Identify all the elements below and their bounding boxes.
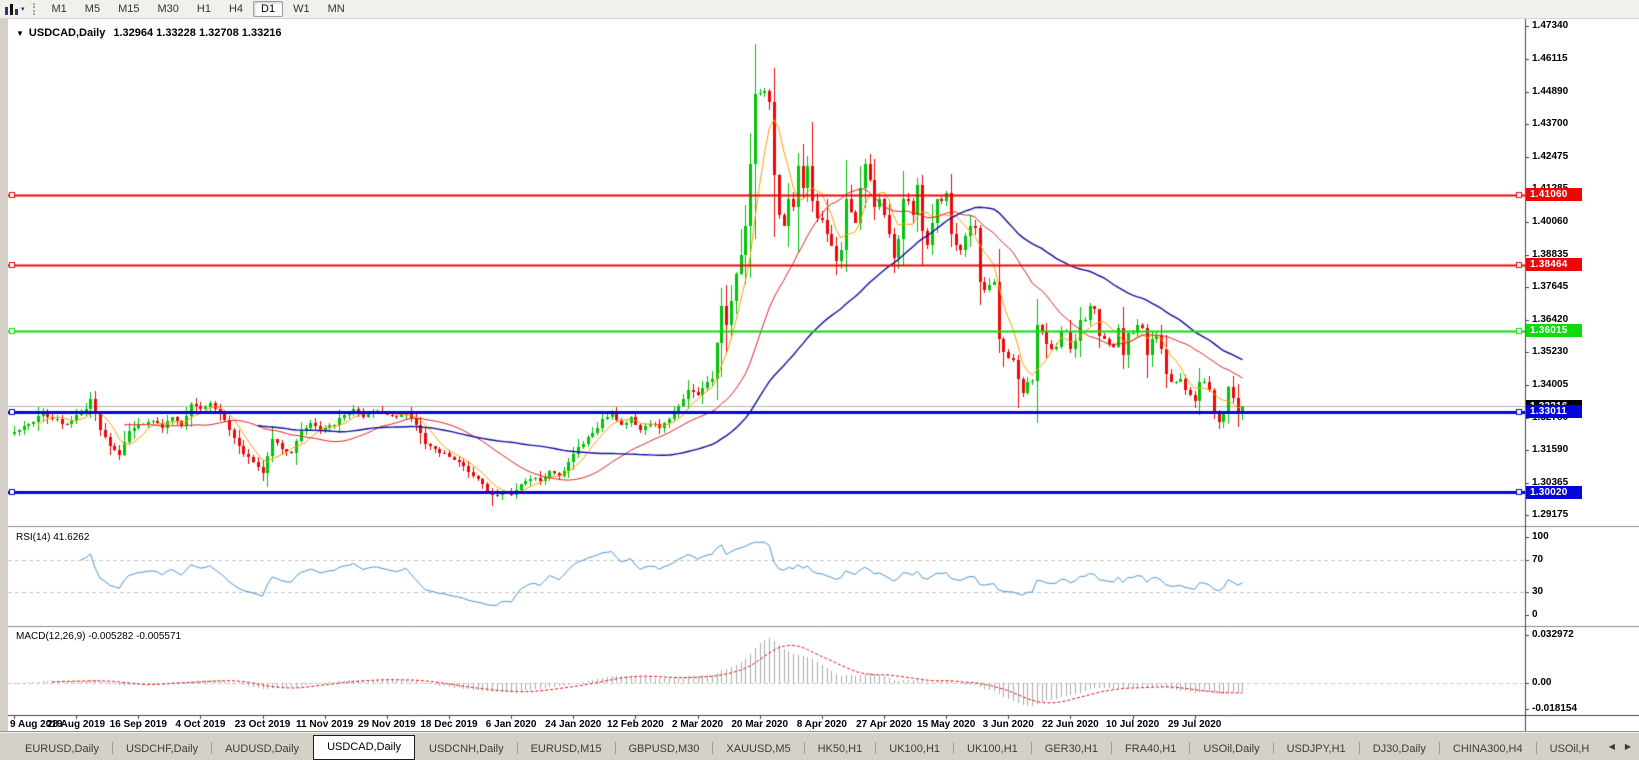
price-axis-label: 1.44890 [1532, 85, 1569, 97]
time-axis-label: 28 Aug 2019 [47, 719, 106, 730]
chart-ohlc-values: 1.32964 1.33228 1.32708 1.33216 [113, 27, 282, 39]
chart-tab-usdchf-daily[interactable]: USDCHF,Daily [113, 738, 211, 760]
timeframe-buttons: M1 M5 M15 M30 H1 H4 D1 W1 MN [43, 1, 354, 17]
chart-tab-xauusd-m5[interactable]: XAUUSD,M5 [713, 738, 803, 760]
chart-tab-fra40-h1[interactable]: FRA40,H1 [1112, 738, 1189, 760]
price-axis-label: 1.47340 [1532, 19, 1569, 31]
price-axis-label: 1.31590 [1532, 443, 1569, 455]
price-axis-label: 1.34005 [1532, 378, 1569, 390]
timeframe-toolbar: ▾ M1 M5 M15 M30 H1 H4 D1 W1 MN [0, 0, 1639, 19]
price-axis-label: 1.37645 [1532, 280, 1569, 292]
time-axis-label: 22 Jun 2020 [1042, 719, 1099, 730]
hline-price-tag: 1.38464 [1526, 258, 1582, 272]
price-axis-label: 1.29175 [1532, 508, 1569, 520]
chart-tab-china300-h4[interactable]: CHINA300,H4 [1440, 738, 1536, 760]
hline-price-tag: 1.30020 [1526, 485, 1582, 499]
tab-scroll-right-icon[interactable]: ▶ [1625, 742, 1631, 751]
time-axis-label: 15 May 2020 [916, 719, 976, 730]
rsi-axis-label: 0 [1532, 609, 1538, 620]
toolbar-grip [32, 3, 35, 15]
time-axis-label: 2 Mar 2020 [671, 719, 724, 730]
chart-tab-usdjpy-h1[interactable]: USDJPY,H1 [1274, 738, 1359, 760]
rsi-axis-label: 100 [1532, 531, 1549, 542]
price-chart-canvas[interactable] [8, 18, 1639, 731]
timeframe-button-M1[interactable]: M1 [44, 1, 75, 17]
price-axis-label: 1.46115 [1532, 52, 1568, 64]
chart-window: ▼ USDCAD,Daily 1.32964 1.33228 1.32708 1.3… [8, 18, 1639, 731]
price-axis-label: 1.35230 [1532, 345, 1569, 357]
chart-tab-hk50-h1[interactable]: HK50,H1 [805, 738, 876, 760]
timeframe-button-M30[interactable]: M30 [149, 1, 186, 17]
timeframe-button-MN[interactable]: MN [320, 1, 353, 17]
time-axis-label: 24 Jan 2020 [545, 719, 602, 730]
rsi-axis-label: 30 [1532, 585, 1544, 597]
time-axis-label: 11 Nov 2019 [296, 719, 354, 730]
time-axis-label: 16 Sep 2019 [109, 719, 167, 730]
hline-price-tag: 1.36015 [1526, 324, 1582, 338]
time-axis-label: 18 Dec 2019 [420, 719, 478, 730]
time-axis-label: 12 Feb 2020 [607, 719, 664, 730]
collapse-arrow-icon[interactable]: ▼ [16, 29, 24, 38]
chart-tab-dj30-daily[interactable]: DJ30,Daily [1360, 738, 1439, 760]
chart-mode-icon[interactable] [4, 3, 19, 16]
time-axis-label: 29 Nov 2019 [357, 719, 416, 730]
rsi-axis-label: 70 [1532, 554, 1544, 566]
timeframe-button-W1[interactable]: W1 [285, 1, 318, 17]
hline-price-tag: 1.41060 [1526, 188, 1582, 202]
chart-tab-eurusd-daily[interactable]: EURUSD,Daily [12, 738, 112, 760]
timeframe-button-H1[interactable]: H1 [189, 1, 219, 17]
chart-tabbar: EURUSD,Daily USDCHF,Daily AUDUSD,Daily USDC… [0, 731, 1639, 760]
time-axis-label: 10 Jul 2020 [1105, 719, 1160, 730]
macd-axis-label: 0.00 [1532, 677, 1552, 688]
chart-tab-eurusd-m15[interactable]: EURUSD,M15 [518, 738, 615, 760]
chart-tab-usoil-h[interactable]: USOil,H [1537, 738, 1590, 760]
timeframe-button-H4[interactable]: H4 [221, 1, 251, 17]
macd-axis-label: -0.018154 [1532, 703, 1578, 715]
time-axis-label: 29 Jul 2020 [1167, 719, 1222, 730]
tab-scroll-left-icon[interactable]: ◀ [1609, 742, 1615, 751]
hline-price-tag: 1.33011 [1526, 405, 1582, 419]
chevron-down-icon[interactable]: ▾ [21, 5, 25, 13]
chart-symbol-period: USDCAD,Daily [28, 27, 106, 39]
time-axis-label: 6 Jan 2020 [485, 719, 537, 730]
timeframe-button-M15[interactable]: M15 [110, 1, 147, 17]
price-axis-label: 1.40060 [1532, 215, 1569, 227]
time-axis-label: 20 Mar 2020 [731, 719, 789, 730]
macd-axis-label: 0.032972 [1532, 629, 1574, 640]
rsi-indicator-label: RSI(14) 41.6262 [16, 532, 90, 543]
macd-indicator-label: MACD(12,26,9) -0.005282 -0.005571 [16, 631, 182, 642]
time-axis-label: 8 Apr 2020 [796, 719, 847, 730]
timeframe-button-M5[interactable]: M5 [77, 1, 108, 17]
chart-tab-usoil-daily[interactable]: USOil,Daily [1190, 738, 1272, 760]
time-axis-label: 27 Apr 2020 [856, 719, 912, 730]
chart-tab-ger30-h1[interactable]: GER30,H1 [1032, 738, 1111, 760]
chart-tab-gbpusd-m30[interactable]: GBPUSD,M30 [616, 738, 713, 760]
chart-tab-usdcad-daily[interactable]: USDCAD,Daily [313, 735, 416, 760]
price-axis-label: 1.42475 [1532, 150, 1569, 162]
time-axis-label: 23 Oct 2019 [234, 719, 291, 730]
price-axis-label: 1.43700 [1532, 117, 1569, 129]
chart-tab-uk100-h1[interactable]: UK100,H1 [876, 738, 953, 760]
chart-tab-usdcnh-daily[interactable]: USDCNH,Daily [416, 738, 517, 760]
chart-tab-audusd-daily[interactable]: AUDUSD,Daily [212, 738, 312, 760]
time-axis-label: 4 Oct 2019 [175, 719, 226, 730]
timeframe-button-D1[interactable]: D1 [253, 1, 284, 17]
chart-tab-uk100-h1[interactable]: UK100,H1 [954, 738, 1031, 760]
time-axis-label: 3 Jun 2020 [982, 719, 1034, 730]
chart-title: ▼ USDCAD,Daily 1.32964 1.33228 1.32708 1.3… [16, 27, 282, 39]
